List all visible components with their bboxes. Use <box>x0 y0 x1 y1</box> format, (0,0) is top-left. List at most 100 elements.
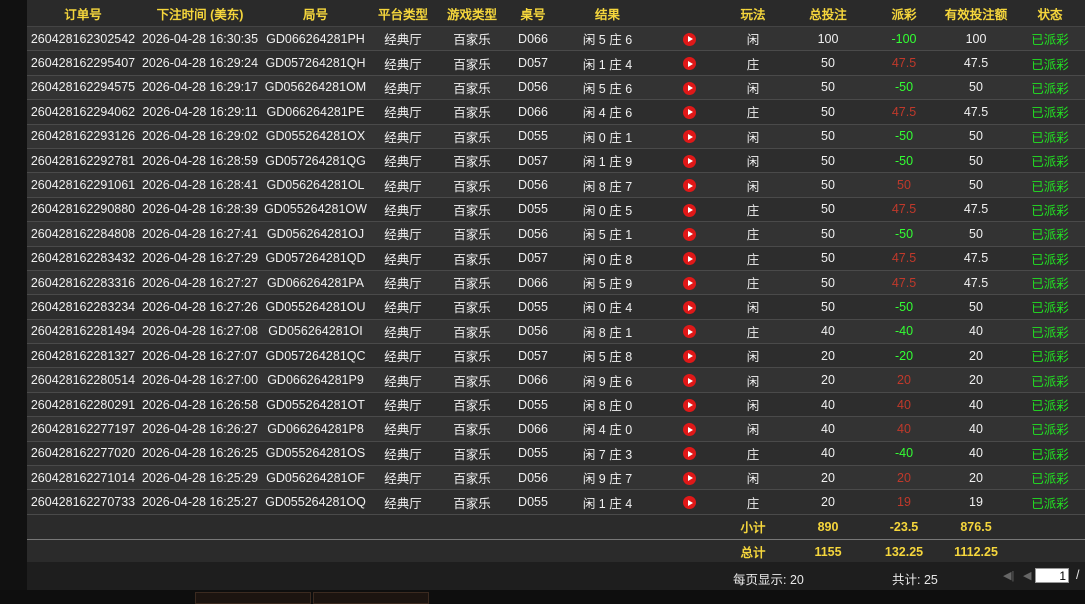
table-row[interactable]: 260428162283316 2026-04-28 16:27:27 GD0662… <box>27 270 1085 296</box>
table-row[interactable]: 260428162271014 2026-04-28 16:25:29 GD0562… <box>27 465 1085 491</box>
play-icon[interactable] <box>682 203 696 217</box>
valid-bet-cell: 20 <box>937 367 1015 393</box>
video-cell <box>657 294 721 320</box>
play-icon[interactable] <box>682 301 696 315</box>
total-row: 总计 1155 132.25 1112.25 <box>27 539 1085 565</box>
result-cell: 闲 8 庄 7 <box>558 172 657 198</box>
play-cell: 庄 <box>721 441 785 467</box>
play-icon[interactable] <box>682 471 696 485</box>
play-icon[interactable] <box>682 57 696 71</box>
play-icon[interactable] <box>682 349 696 363</box>
table-row[interactable]: 260428162277020 2026-04-28 16:26:25 GD0552… <box>27 441 1085 467</box>
result-cell: 闲 1 庄 9 <box>558 148 657 174</box>
play-cell: 闲 <box>721 294 785 320</box>
video-cell <box>657 246 721 271</box>
play-icon[interactable] <box>682 447 696 461</box>
status-cell: 已派彩 <box>1015 392 1085 418</box>
valid-bet-cell: 40 <box>937 319 1015 345</box>
total-count-label: 共计: 25 <box>892 573 938 587</box>
col-header-result[interactable]: 结果 <box>558 0 657 27</box>
table-row[interactable]: 260428162294575 2026-04-28 16:29:17 GD0562… <box>27 75 1085 101</box>
play-icon[interactable] <box>682 227 696 241</box>
table-row[interactable]: 260428162294062 2026-04-28 16:29:11 GD0662… <box>27 99 1085 125</box>
play-icon[interactable] <box>682 32 696 46</box>
result-cell: 闲 5 庄 9 <box>558 270 657 296</box>
play-icon[interactable] <box>682 130 696 144</box>
game-type-cell: 百家乐 <box>436 148 508 174</box>
game-type-cell: 百家乐 <box>436 343 508 369</box>
col-header-game-type[interactable]: 游戏类型 <box>436 0 508 27</box>
play-icon[interactable] <box>682 496 696 510</box>
table-row[interactable]: 260428162292781 2026-04-28 16:28:59 GD0572… <box>27 148 1085 174</box>
status-cell: 已派彩 <box>1015 367 1085 393</box>
page-number-input[interactable] <box>1035 568 1069 583</box>
play-icon[interactable] <box>682 179 696 193</box>
prev-page-icon[interactable]: ◀ <box>1023 569 1031 582</box>
valid-bet-cell: 20 <box>937 465 1015 491</box>
play-cell: 闲 <box>721 465 785 491</box>
total-bet-cell: 20 <box>785 367 871 393</box>
platform-cell: 经典厅 <box>370 416 436 442</box>
play-cell: 庄 <box>721 197 785 223</box>
valid-bet-cell: 19 <box>937 489 1015 515</box>
table-row[interactable]: 260428162283234 2026-04-28 16:27:26 GD0552… <box>27 294 1085 320</box>
table-row[interactable]: 260428162270733 2026-04-28 16:25:27 GD0552… <box>27 489 1085 515</box>
table-row[interactable]: 260428162277197 2026-04-28 16:26:27 GD0662… <box>27 416 1085 442</box>
result-cell: 闲 8 庄 1 <box>558 319 657 345</box>
pagination-bar: 每页显示: 20 共计: 25 ◀| ◀ / <box>27 562 1085 590</box>
play-icon[interactable] <box>682 423 696 437</box>
table-row[interactable]: 260428162290880 2026-04-28 16:28:39 GD0552… <box>27 197 1085 223</box>
play-icon[interactable] <box>682 276 696 290</box>
platform-cell: 经典厅 <box>370 26 436 52</box>
bet-time-cell: 2026-04-28 16:29:02 <box>139 124 261 149</box>
col-header-video <box>657 0 721 27</box>
platform-cell: 经典厅 <box>370 172 436 198</box>
col-header-play[interactable]: 玩法 <box>721 0 785 27</box>
col-header-bet-time[interactable]: 下注时间 (美东) <box>139 0 261 27</box>
table-row[interactable]: 260428162281494 2026-04-28 16:27:08 GD0562… <box>27 319 1085 345</box>
bet-time-cell: 2026-04-28 16:27:41 <box>139 221 261 247</box>
col-header-total-bet[interactable]: 总投注 <box>785 0 871 27</box>
play-cell: 庄 <box>721 99 785 125</box>
subtotal-bet: 890 <box>785 514 871 540</box>
total-bet-cell: 40 <box>785 319 871 345</box>
col-header-payout[interactable]: 派彩 <box>871 0 937 27</box>
table-row[interactable]: 260428162284808 2026-04-28 16:27:41 GD0562… <box>27 221 1085 247</box>
status-cell: 已派彩 <box>1015 50 1085 76</box>
col-header-order-id[interactable]: 订单号 <box>27 0 139 27</box>
col-header-round-id[interactable]: 局号 <box>261 0 370 27</box>
result-cell: 闲 0 庄 1 <box>558 124 657 149</box>
bet-time-cell: 2026-04-28 16:25:27 <box>139 489 261 515</box>
table-row[interactable]: 260428162283432 2026-04-28 16:27:29 GD0572… <box>27 246 1085 271</box>
play-icon[interactable] <box>682 325 696 339</box>
col-header-platform[interactable]: 平台类型 <box>370 0 436 27</box>
game-type-cell: 百家乐 <box>436 319 508 345</box>
order-id-cell: 260428162281327 <box>27 343 139 369</box>
table-row[interactable]: 260428162280514 2026-04-28 16:27:00 GD0662… <box>27 367 1085 393</box>
play-icon[interactable] <box>682 252 696 266</box>
table-row[interactable]: 260428162291061 2026-04-28 16:28:41 GD0562… <box>27 172 1085 198</box>
col-header-valid-bet[interactable]: 有效投注额 <box>937 0 1015 27</box>
table-row[interactable]: 260428162295407 2026-04-28 16:29:24 GD0572… <box>27 50 1085 76</box>
platform-cell: 经典厅 <box>370 465 436 491</box>
table-row[interactable]: 260428162281327 2026-04-28 16:27:07 GD0572… <box>27 343 1085 369</box>
game-type-cell: 百家乐 <box>436 197 508 223</box>
table-row[interactable]: 260428162280291 2026-04-28 16:26:58 GD0552… <box>27 392 1085 418</box>
bet-time-cell: 2026-04-28 16:27:07 <box>139 343 261 369</box>
first-page-icon[interactable]: ◀| <box>1003 569 1014 582</box>
round-id-cell: GD055264281OX <box>261 124 370 149</box>
platform-cell: 经典厅 <box>370 489 436 515</box>
play-icon[interactable] <box>682 374 696 388</box>
per-page-label[interactable]: 每页显示: 20 <box>733 569 804 588</box>
play-icon[interactable] <box>682 398 696 412</box>
result-cell: 闲 5 庄 1 <box>558 221 657 247</box>
play-icon[interactable] <box>682 105 696 119</box>
table-row[interactable]: 260428162293126 2026-04-28 16:29:02 GD0552… <box>27 124 1085 149</box>
play-icon[interactable] <box>682 154 696 168</box>
col-header-status[interactable]: 状态 <box>1015 0 1085 27</box>
order-id-cell: 260428162294062 <box>27 99 139 125</box>
table-no-cell: D066 <box>508 367 558 393</box>
play-icon[interactable] <box>682 81 696 95</box>
table-row[interactable]: 260428162302542 2026-04-28 16:30:35 GD0662… <box>27 26 1085 52</box>
col-header-table-no[interactable]: 桌号 <box>508 0 558 27</box>
